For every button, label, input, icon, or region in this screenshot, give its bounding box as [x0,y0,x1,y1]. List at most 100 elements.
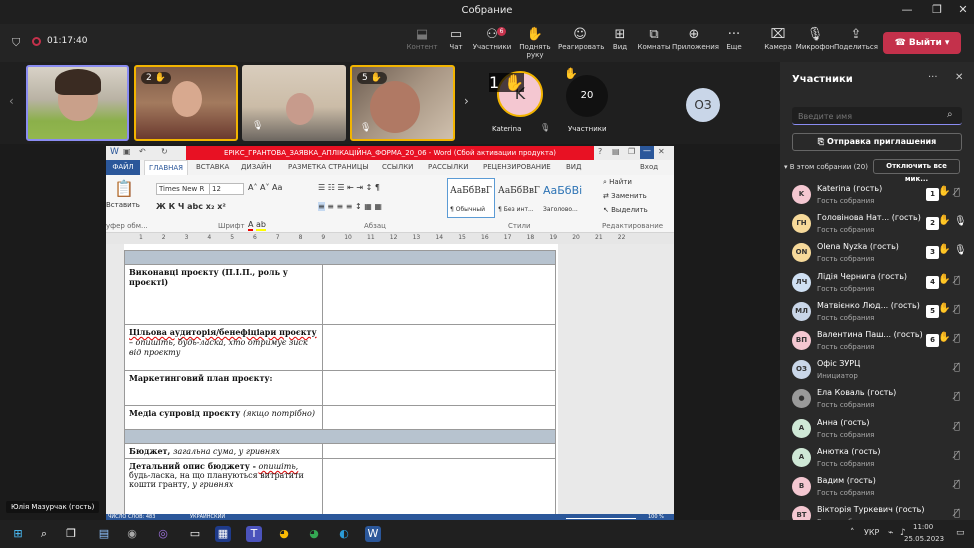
clock-date[interactable]: 25.05.2023 [904,535,944,543]
help-icon[interactable]: ? [598,147,602,156]
participant-row[interactable]: В Вадим (гость) Гость собрания 🎙̸ [780,472,974,501]
font-color-icon[interactable]: A ab [248,220,267,231]
video-tile[interactable]: 5 ✋ 🎙 [350,65,455,141]
edge-icon[interactable]: ◐ [336,526,352,542]
mic-off-icon[interactable]: 🎙̸ [954,187,960,198]
search-input[interactable] [792,107,942,125]
paste-button[interactable]: Вставить [106,201,140,209]
participant-row[interactable]: А Анна (гость) Гость собрания 🎙̸ [780,414,974,443]
table-row[interactable]: Медіа супровід проєкту (якщо потрібно) [124,405,323,430]
participant-row[interactable]: ГН Головінова Нат... (гость) Гость собрани… [780,209,974,238]
table-cell[interactable] [322,443,556,459]
chrome-profile-icon[interactable]: ◕ [306,526,322,542]
participant-avatar-tile[interactable]: K 1 ✋ Katerina 🎙 [478,65,560,141]
avatar[interactable]: ОЗ [686,88,720,122]
table-cell[interactable] [322,405,556,430]
find-button[interactable]: ⌕ Найти [603,178,632,187]
mic-off-icon[interactable]: 🎙̸ [954,362,960,373]
table-cell[interactable] [322,458,556,514]
language-indicator[interactable]: УКР [864,528,879,537]
participant-row[interactable]: ВП Валентина Паш... (гость) Гость собрания… [780,326,974,355]
table-cell[interactable] [322,264,556,325]
breakout-rooms-button[interactable]: ⧉ Комнаты [632,27,676,51]
close-icon[interactable]: ✕ [955,72,963,83]
notification-icon[interactable]: ▭ [956,528,965,538]
share-button[interactable]: ⇪ Поделиться [834,27,878,51]
remote-app-icon[interactable]: ▦ [215,526,231,542]
mic-off-icon[interactable]: 🎙̸ [954,479,960,490]
zoom-slider[interactable] [566,518,636,519]
tab-design[interactable]: ДИЗАЙН [241,163,271,171]
list-icons[interactable]: ☰ ☷ ☰ ⇤ ⇥ ↕ ¶ [318,183,380,192]
mic-on-icon[interactable]: 🎙 [954,216,967,227]
video-tile[interactable]: 🎙 [242,65,346,141]
chevron-right-icon[interactable]: › [464,94,469,108]
minimize-icon[interactable]: — [640,146,654,159]
microphone-button[interactable]: 🎙 Микрофон [793,27,837,51]
tab-file[interactable]: ФАЙЛ [106,160,140,175]
mic-off-icon[interactable]: 🎙̸ [954,304,960,315]
style-heading[interactable]: АаБбВі [543,184,582,197]
more-button[interactable]: ··· Еще [712,27,756,51]
section-header[interactable]: ▾ В этом собрании (20) [784,163,868,171]
leave-button[interactable]: ☎ Выйти ▾ [883,32,961,54]
tab-home[interactable]: ГЛАВНАЯ [144,160,189,175]
font-size-select[interactable]: 12 [209,183,244,195]
network-icon[interactable]: ⌁ [888,528,893,538]
word-app-icon[interactable]: W [365,526,381,542]
react-button[interactable]: ☺ Реагировать [558,27,604,51]
sign-in-link[interactable]: Вход [640,163,658,171]
table-row[interactable]: Детальний опис бюджету - опишіть, будь-л… [124,458,323,514]
clock-time[interactable]: 11:00 [913,523,933,531]
table-cell[interactable] [322,324,556,371]
undo-icon[interactable]: ↶ [139,147,146,156]
tab-insert[interactable]: ВСТАВКА [196,163,229,171]
tab-references[interactable]: ССЫЛКИ [382,163,413,171]
more-participants-tile[interactable]: ✋ 20 Участники [562,65,614,141]
save-icon[interactable]: ▣ [123,147,131,156]
ribbon-options-icon[interactable]: ▤ [612,147,620,156]
maximize-icon[interactable]: ❐ [925,3,949,16]
participant-row[interactable]: K Katerina (гость) Гость собрания 1 ✋ 🎙̸ [780,180,974,209]
font-grow-icon[interactable]: A˄ A˅ Aa [248,183,282,192]
table-row[interactable]: Бюджет, загальна сума, у гривнях [124,443,323,459]
participant-row[interactable]: ● Ела Коваль (гость) Гость собрания 🎙̸ [780,384,974,413]
app-icon[interactable]: ◉ [124,526,140,542]
viber-icon[interactable]: ◎ [155,526,171,542]
close-icon[interactable]: ✕ [658,147,665,156]
participant-row[interactable]: ОЗ Офіс ЗУРЦ Инициатор 🎙̸ [780,355,974,384]
mic-off-icon[interactable]: 🎙̸ [954,275,960,286]
mic-off-icon[interactable]: 🎙̸ [954,391,960,402]
restore-icon[interactable]: ❐ [628,147,635,156]
format-buttons[interactable]: Ж К Ч abc x₂ x² [156,202,226,211]
search-icon[interactable]: ⌕ [36,526,52,542]
tray-chevron-icon[interactable]: ˄ [850,528,855,538]
align-icons[interactable]: ≡ ≡ ≡ ≡ ↕ ▦ ▦ [318,202,382,211]
tab-view[interactable]: ВИД [566,163,582,171]
mic-off-icon[interactable]: 🎙̸ [954,508,960,519]
apps-button[interactable]: ⊕ Приложения [672,27,719,51]
table-row[interactable]: Цільова аудиторія/бенефіціари проєкту – … [124,324,323,371]
close-icon[interactable]: ✕ [951,3,974,16]
task-view-icon[interactable]: ❐ [63,526,79,542]
tab-review[interactable]: РЕЦЕНЗИРОВАНИЕ [483,163,551,171]
chrome-icon[interactable]: ◕ [276,526,292,542]
video-tile[interactable] [26,65,129,141]
table-row[interactable]: Маркетинговий план проєкту: [124,370,323,406]
chevron-left-icon[interactable]: ‹ [9,94,14,108]
mic-off-icon[interactable]: 🎙̸ [954,450,960,461]
participant-row[interactable]: ON Olena Nyzka (гость) Гость собрания 3 ✋ 🎙 [780,238,974,267]
table-row[interactable]: Виконавці проєкту (П.І.П., роль у проєкт… [124,264,323,325]
mic-off-icon[interactable]: 🎙̸ [954,421,960,432]
mic-on-icon[interactable]: 🎙 [954,245,967,256]
font-name-select[interactable]: Times New R [156,183,214,195]
minimize-icon[interactable]: — [895,3,919,16]
tab-layout[interactable]: РАЗМЕТКА СТРАНИЦЫ [288,163,369,171]
windows-start-icon[interactable]: ⊞ [10,526,26,542]
table-cell[interactable] [322,370,556,406]
mic-off-icon[interactable]: 🎙̸ [954,333,960,344]
select-button[interactable]: ↖ Выделить [603,206,648,214]
participants-button[interactable]: ⚇ Участники 6 [470,27,514,51]
tab-mailings[interactable]: РАССЫЛКИ [428,163,468,171]
more-icon[interactable]: ··· [928,72,938,83]
